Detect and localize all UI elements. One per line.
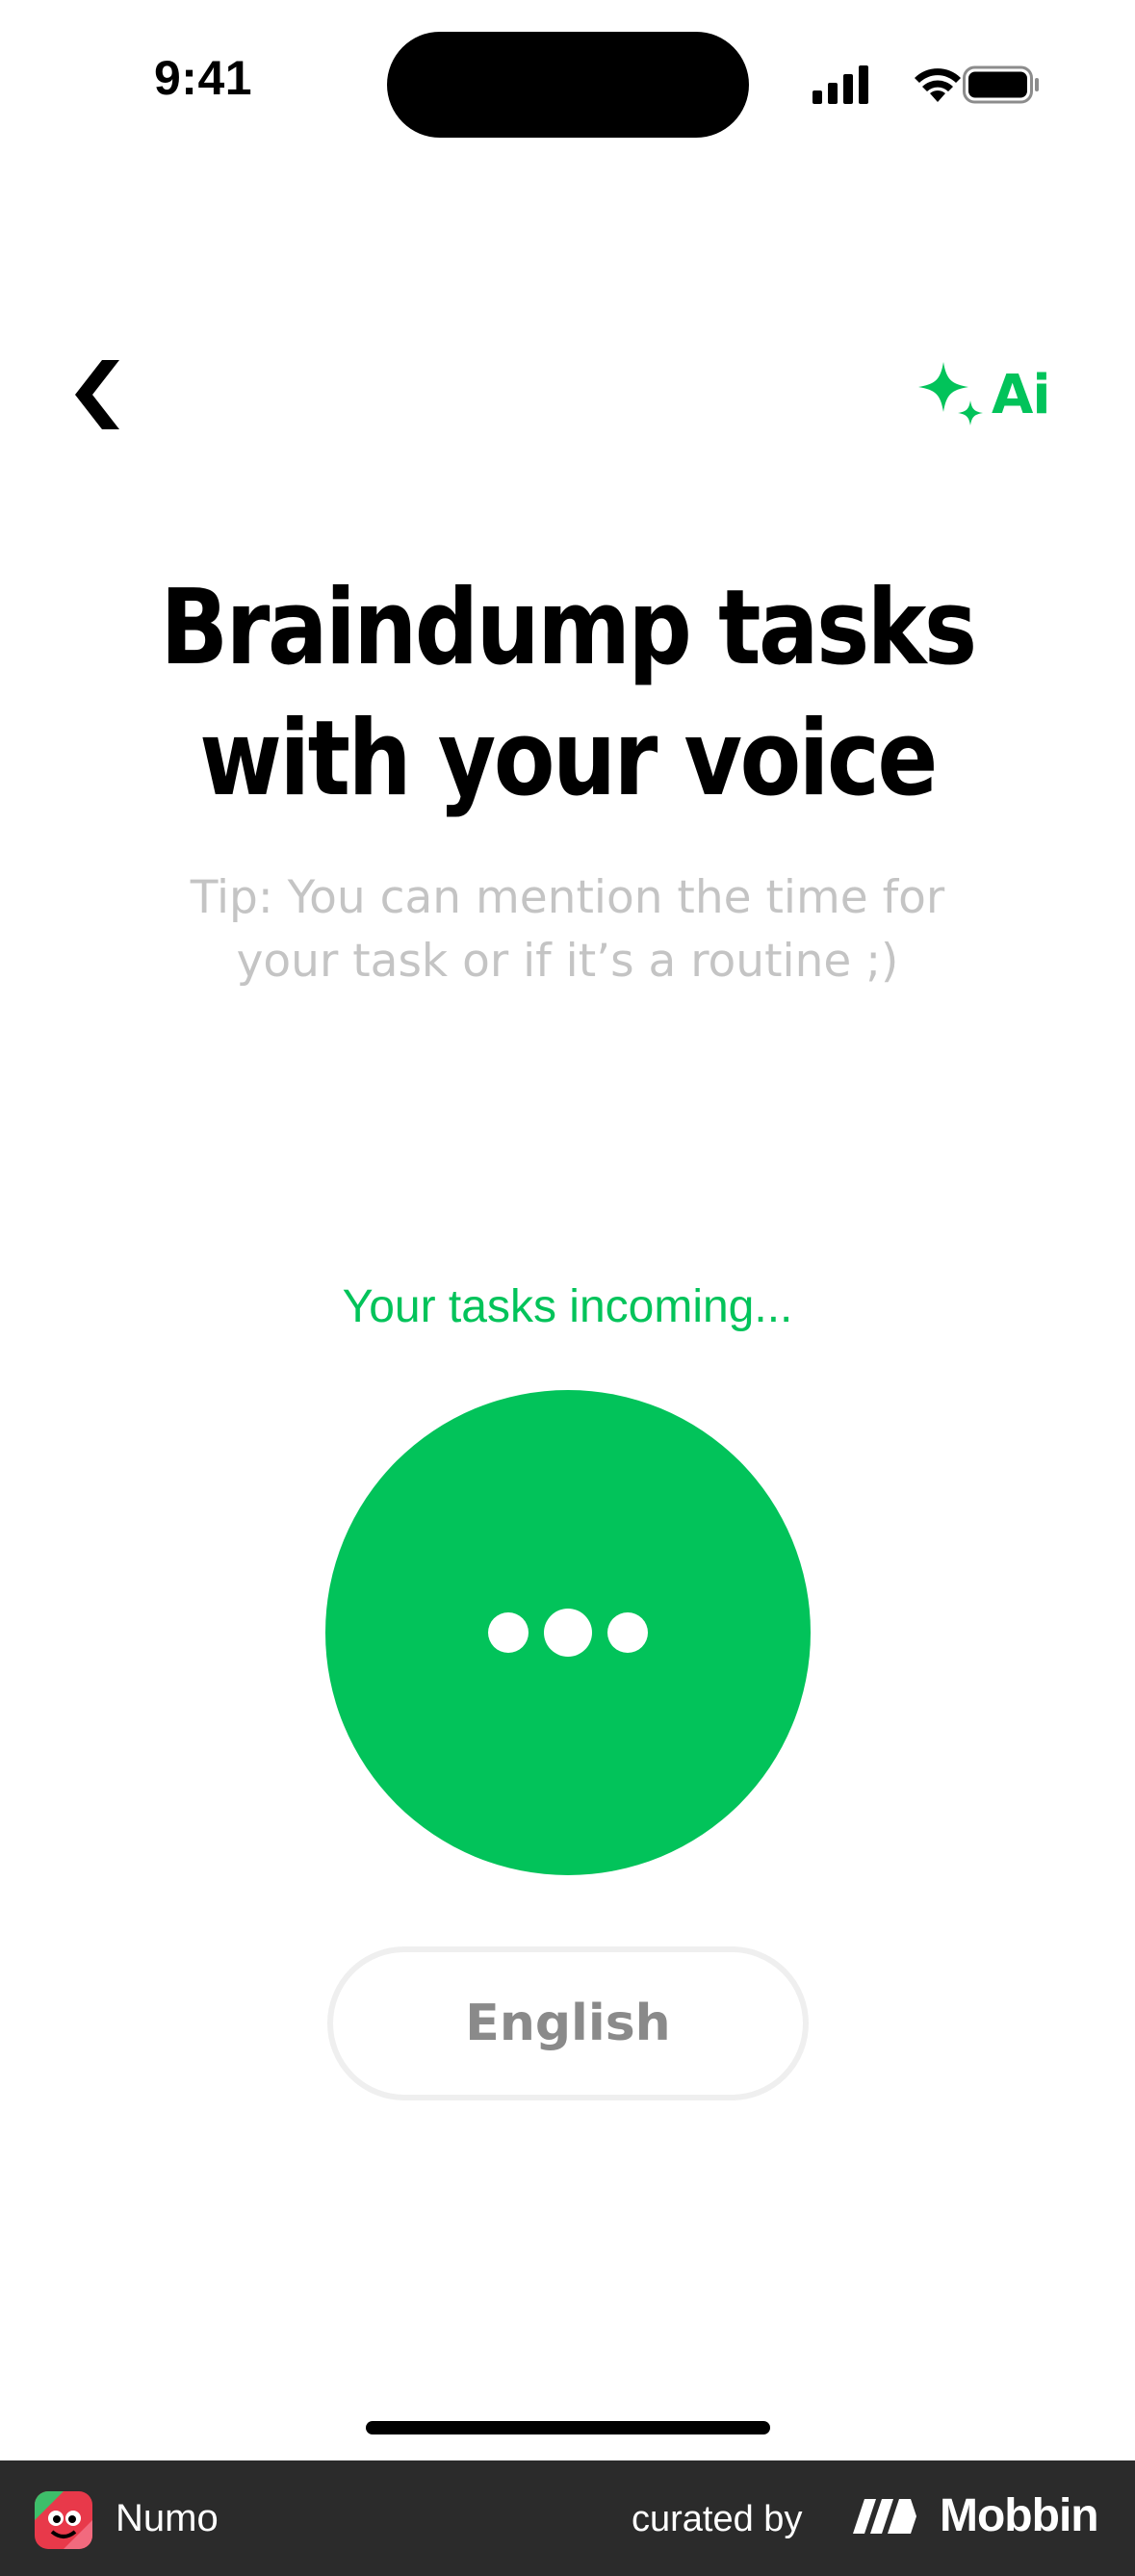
page-title-line-1: Braindump tasks bbox=[160, 568, 977, 688]
status-icons bbox=[809, 60, 1040, 108]
ellipsis-dot bbox=[544, 1609, 592, 1657]
battery-icon bbox=[963, 65, 1039, 104]
app-name: Numo bbox=[116, 2497, 219, 2539]
app-icon bbox=[35, 2491, 92, 2549]
language-label: English bbox=[465, 1995, 671, 2052]
curated-by-label: curated by bbox=[632, 2499, 803, 2539]
ai-label: Ai bbox=[992, 363, 1051, 426]
cellular-signal-icon bbox=[813, 65, 868, 104]
dynamic-island bbox=[387, 32, 749, 138]
back-button[interactable] bbox=[58, 347, 135, 443]
ellipsis-dot bbox=[607, 1612, 648, 1653]
ellipsis-dot bbox=[488, 1612, 529, 1653]
mobbin-brand: Mobbin bbox=[940, 2490, 1099, 2541]
tip-text: Tip: You can mention the time for your t… bbox=[96, 866, 1039, 993]
tip-line-2: your task or if it’s a routine ;) bbox=[236, 935, 899, 988]
recording-status: Your tasks incoming... bbox=[342, 1281, 793, 1332]
home-indicator bbox=[366, 2421, 770, 2434]
mobbin-logo-icon bbox=[851, 2495, 918, 2537]
status-time: 9:41 bbox=[154, 51, 253, 105]
language-button[interactable]: English bbox=[327, 1946, 809, 2100]
page-title-line-2: with your voice bbox=[199, 699, 938, 819]
page-title: Braindump tasks with your voice bbox=[80, 563, 1056, 825]
ai-button[interactable]: Ai bbox=[915, 356, 1069, 433]
sparkle-icon bbox=[918, 362, 983, 425]
chevron-left-icon bbox=[75, 360, 119, 429]
record-button[interactable] bbox=[325, 1390, 811, 1875]
tip-line-1: Tip: You can mention the time for bbox=[190, 871, 945, 924]
wifi-icon bbox=[915, 68, 961, 102]
